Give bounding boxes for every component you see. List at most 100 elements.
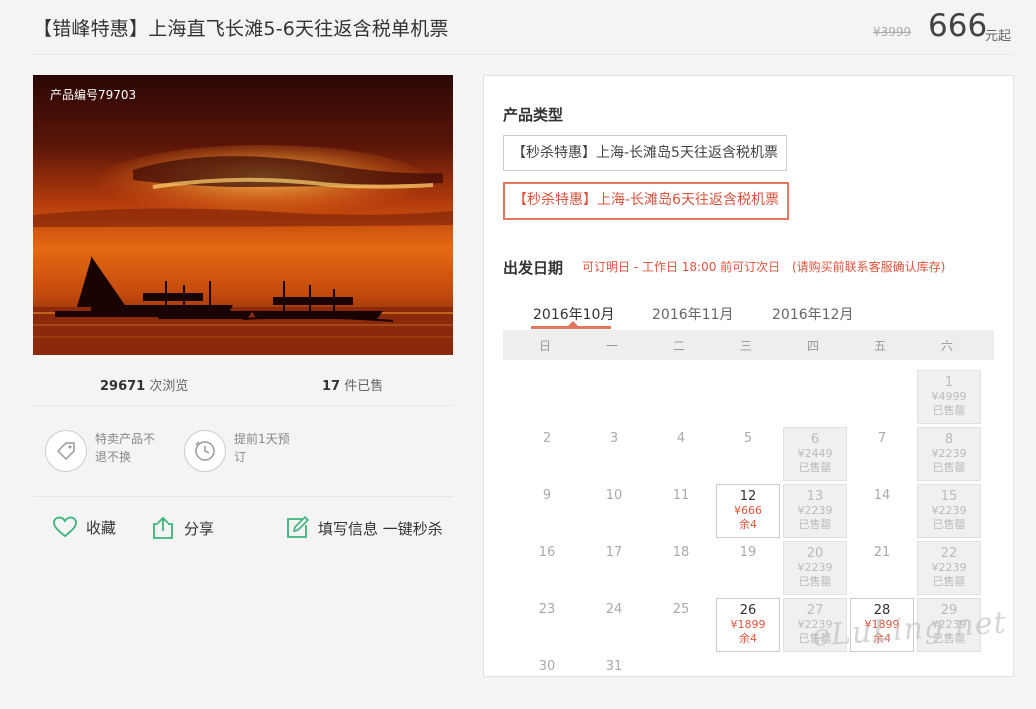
- day-remaining: 余4: [739, 518, 757, 531]
- day-number: 7: [877, 431, 887, 446]
- calendar-day: 25: [649, 598, 713, 652]
- calendar-day: 8 ¥2239 已售罄: [917, 427, 981, 481]
- day-price: ¥2449: [797, 447, 833, 460]
- weekday-header: 日 一 二 三 四 五 六: [503, 330, 994, 360]
- day-number: 22: [940, 546, 958, 561]
- day-sold-out: 已售罄: [932, 404, 966, 417]
- calendar-day: 10: [582, 484, 646, 538]
- calendar-day: 4: [649, 427, 713, 481]
- book-now-label: 填写信息 一键秒杀: [318, 519, 443, 538]
- weekday-fri: 五: [873, 339, 886, 353]
- day-number: 18: [672, 545, 690, 560]
- departure-date-label: 出发日期: [503, 259, 564, 277]
- booking-cutoff-note: 可订明日 - 工作日 18:00 前可订次日: [582, 260, 781, 274]
- day-sold-out: 已售罄: [932, 461, 966, 474]
- calendar-day: 19: [716, 541, 780, 595]
- day-number: 21: [873, 545, 891, 560]
- product-option-6day[interactable]: 【秒杀特惠】上海-长滩岛6天往返含税机票: [503, 182, 789, 220]
- product-features: 特卖产品不退不换 提前1天预订: [33, 420, 453, 497]
- price-unit: 元起: [985, 29, 1012, 44]
- calendar-day: 18: [649, 541, 713, 595]
- page-header: 【错峰特惠】上海直飞长滩5-6天往返含税单机票 ¥3999 666 元起: [0, 0, 1036, 55]
- calendar-day: 6 ¥2449 已售罄: [783, 427, 847, 481]
- views-label: 次浏览: [149, 379, 189, 394]
- day-price: ¥4999: [931, 390, 967, 403]
- original-price: ¥3999: [873, 25, 912, 39]
- book-now-button[interactable]: 填写信息 一键秒杀: [284, 515, 443, 541]
- day-number: 13: [806, 489, 824, 504]
- weekday-sun: 日: [538, 339, 551, 353]
- calendar-day: 17: [582, 541, 646, 595]
- calendar-day: 5: [716, 427, 780, 481]
- sold-stat: 17 件已售: [322, 375, 383, 394]
- calendar-day: 31: [582, 655, 646, 709]
- calendar-day: 14: [850, 484, 914, 538]
- favorite-button[interactable]: 收藏: [52, 515, 116, 539]
- weekday-tue: 二: [672, 339, 685, 353]
- tag-icon: [45, 430, 87, 472]
- day-number: 10: [605, 488, 623, 503]
- day-number: 19: [739, 545, 757, 560]
- sunset-sailboats-image: [33, 75, 453, 355]
- weekday-wed: 三: [739, 339, 752, 353]
- day-price: ¥2239: [931, 504, 967, 517]
- day-number: 14: [873, 488, 891, 503]
- views-count: 29671: [100, 379, 146, 394]
- day-number: 26: [739, 603, 757, 618]
- page-title: 【错峰特惠】上海直飞长滩5-6天往返含税单机票: [33, 18, 449, 40]
- day-number: 9: [542, 488, 552, 503]
- day-number: 25: [672, 602, 690, 617]
- feature-advance-booking: 提前1天预订: [184, 430, 298, 472]
- day-number: 31: [605, 659, 623, 674]
- day-number: 11: [672, 488, 690, 503]
- share-button[interactable]: 分享: [150, 515, 214, 541]
- day-number: 16: [538, 545, 556, 560]
- day-price: ¥2239: [797, 504, 833, 517]
- calendar-day: 22 ¥2239 已售罄: [917, 541, 981, 595]
- calendar-day: 15 ¥2239 已售罄: [917, 484, 981, 538]
- stock-notice: (请购买前联系客服确认库存): [792, 260, 946, 274]
- feature-text: 特卖产品不退不换: [95, 432, 156, 464]
- day-price: ¥666: [734, 504, 762, 517]
- calendar-day: 24: [582, 598, 646, 652]
- sold-count: 17: [322, 379, 341, 394]
- tab-month-dec[interactable]: 2016年12月: [772, 304, 853, 324]
- clock-icon: [184, 430, 226, 472]
- calendar-day: 3: [582, 427, 646, 481]
- day-sold-out: 已售罄: [798, 575, 832, 588]
- calendar-day: 20 ¥2239 已售罄: [783, 541, 847, 595]
- day-number: 8: [944, 432, 954, 447]
- day-price: ¥2239: [931, 447, 967, 460]
- day-number: 30: [538, 659, 556, 674]
- day-number: 15: [940, 489, 958, 504]
- day-number: 17: [605, 545, 623, 560]
- calendar-day: 11: [649, 484, 713, 538]
- calendar-day: 16: [515, 541, 579, 595]
- product-number: 产品编号79703: [50, 88, 137, 102]
- day-price: ¥2239: [797, 561, 833, 574]
- day-number: 1: [944, 375, 954, 390]
- calendar-day[interactable]: 12 ¥666 余4: [716, 484, 780, 538]
- calendar-day: 7: [850, 427, 914, 481]
- day-sold-out: 已售罄: [798, 518, 832, 531]
- weekday-thu: 四: [806, 339, 819, 353]
- day-price: ¥1899: [730, 618, 766, 631]
- booking-panel: 产品类型 【秒杀特惠】上海-长滩岛5天往返含税机票 【秒杀特惠】上海-长滩岛6天…: [483, 75, 1014, 677]
- product-type-label: 产品类型: [503, 106, 564, 124]
- header-divider: [33, 54, 1014, 55]
- day-remaining: 余4: [739, 632, 757, 645]
- product-option-5day[interactable]: 【秒杀特惠】上海-长滩岛5天往返含税机票: [503, 135, 787, 171]
- day-number: 20: [806, 546, 824, 561]
- favorite-label: 收藏: [86, 518, 117, 537]
- product-actions: 收藏 分享 填写信息 一键秒杀: [33, 510, 453, 550]
- calendar-day[interactable]: 26 ¥1899 余4: [716, 598, 780, 652]
- tab-month-nov[interactable]: 2016年11月: [652, 304, 733, 324]
- product-photo: 产品编号79703: [33, 75, 453, 355]
- day-number: 3: [609, 431, 619, 446]
- day-number: 2: [542, 431, 552, 446]
- day-price: ¥2239: [931, 561, 967, 574]
- edit-icon: [287, 515, 310, 538]
- calendar-day: 13 ¥2239 已售罄: [783, 484, 847, 538]
- calendar-day: 23: [515, 598, 579, 652]
- heart-icon: [53, 516, 77, 538]
